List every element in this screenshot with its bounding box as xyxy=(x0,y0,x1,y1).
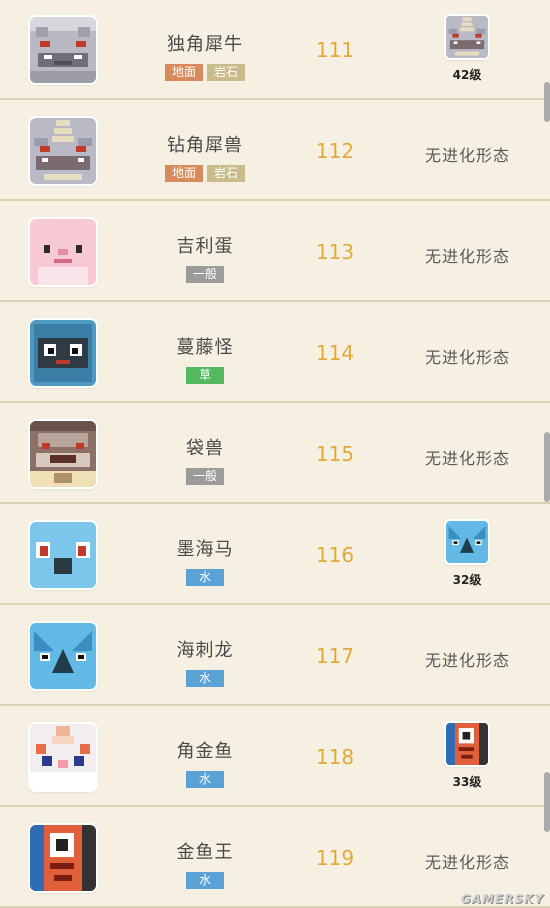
list-item[interactable]: 角金鱼水 118 33级 xyxy=(0,707,550,807)
type-badges: 一般 xyxy=(140,266,270,283)
pokemon-name: 角金鱼 xyxy=(176,741,234,762)
no-evolution-text: 无进化形态 xyxy=(424,247,510,266)
pokemon-name: 墨海马 xyxy=(176,539,234,560)
type-badge: 岩石 xyxy=(207,165,245,182)
type-badge: 地面 xyxy=(165,165,203,182)
chansey-icon xyxy=(30,219,96,285)
type-badges: 地面 岩石 xyxy=(140,165,270,182)
pokedex-number: 112 xyxy=(315,139,355,163)
goldeen-icon xyxy=(30,724,96,790)
type-badge: 地面 xyxy=(165,64,203,81)
no-evolution-text: 无进化形态 xyxy=(424,348,510,367)
list-item[interactable]: 独角犀牛地面 岩石 111 42级 xyxy=(0,0,550,100)
pokemon-name: 蔓藤怪 xyxy=(176,337,234,358)
pokemon-name: 海刺龙 xyxy=(176,640,234,661)
list-item[interactable]: 钻角犀兽地面 岩石 112 无进化形态 xyxy=(0,101,550,201)
tangela-icon xyxy=(30,320,96,386)
type-badge: 水 xyxy=(186,670,224,687)
list-item[interactable]: 海刺龙水 117 无进化形态 xyxy=(0,606,550,706)
rhyhorn-icon xyxy=(30,17,96,83)
type-badge: 水 xyxy=(186,569,224,586)
pokedex-number: 118 xyxy=(315,745,355,769)
pokedex-number: 111 xyxy=(315,38,355,62)
list-item[interactable]: 墨海马水 116 32级 xyxy=(0,505,550,605)
no-evolution-text: 无进化形态 xyxy=(424,449,510,468)
seadra-icon xyxy=(30,623,96,689)
pokedex-number: 113 xyxy=(315,240,355,264)
scrollbar[interactable] xyxy=(544,432,550,502)
seadra-icon[interactable] xyxy=(446,521,488,563)
pokemon-name: 吉利蛋 xyxy=(176,236,234,257)
pokedex-number: 119 xyxy=(315,846,355,870)
pokedex-number: 116 xyxy=(315,543,355,567)
evolution-level: 32级 xyxy=(452,573,482,587)
evolution-level: 42级 xyxy=(452,68,482,82)
type-badge: 一般 xyxy=(186,468,224,485)
type-badge: 草 xyxy=(186,367,224,384)
type-badges: 一般 xyxy=(140,468,270,485)
scrollbar[interactable] xyxy=(544,772,550,832)
pokedex-number: 114 xyxy=(315,341,355,365)
pokemon-name: 独角犀牛 xyxy=(167,34,243,55)
pokemon-name: 袋兽 xyxy=(186,438,224,459)
seaking-icon[interactable] xyxy=(446,723,488,765)
type-badges: 水 xyxy=(140,569,270,586)
type-badges: 水 xyxy=(140,771,270,788)
type-badge: 水 xyxy=(186,872,224,889)
type-badge: 水 xyxy=(186,771,224,788)
watermark: GAMERSKY xyxy=(460,892,544,906)
list-item[interactable]: 吉利蛋一般 113 无进化形态 xyxy=(0,202,550,302)
horsea-icon xyxy=(30,522,96,588)
type-badges: 水 xyxy=(140,872,270,889)
type-badge: 岩石 xyxy=(207,64,245,81)
type-badges: 草 xyxy=(140,367,270,384)
list-item[interactable]: 袋兽一般 115 无进化形态 xyxy=(0,404,550,504)
scrollbar[interactable] xyxy=(544,82,550,122)
no-evolution-text: 无进化形态 xyxy=(424,146,510,165)
no-evolution-text: 无进化形态 xyxy=(424,853,510,872)
type-badges: 地面 岩石 xyxy=(140,64,270,81)
rhydon-icon[interactable] xyxy=(446,16,488,58)
list-item[interactable]: 蔓藤怪草 114 无进化形态 xyxy=(0,303,550,403)
type-badges: 水 xyxy=(140,670,270,687)
seaking-icon xyxy=(30,825,96,891)
kangaskhan-icon xyxy=(30,421,96,487)
evolution-level: 33级 xyxy=(452,775,482,789)
pokedex-number: 115 xyxy=(315,442,355,466)
no-evolution-text: 无进化形态 xyxy=(424,651,510,670)
pokemon-name: 钻角犀兽 xyxy=(167,135,243,156)
pokemon-name: 金鱼王 xyxy=(176,842,234,863)
type-badge: 一般 xyxy=(186,266,224,283)
rhydon-icon xyxy=(30,118,96,184)
pokedex-number: 117 xyxy=(315,644,355,668)
